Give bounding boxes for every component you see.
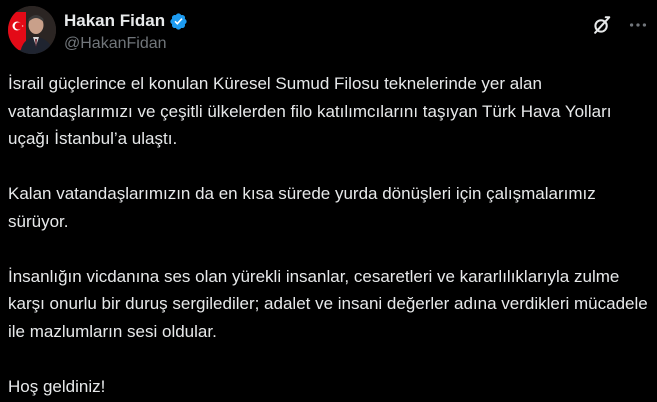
author-handle[interactable]: @HakanFidan <box>64 34 188 54</box>
avatar-image <box>8 6 56 54</box>
name-row: Hakan Fidan <box>64 10 188 32</box>
verified-badge-icon[interactable] <box>169 12 188 31</box>
tweet-paragraph-1: İsrail güçlerince el konulan Küresel Sum… <box>8 74 612 148</box>
avatar[interactable] <box>8 6 56 54</box>
tweet-paragraph-3: İnsanlığın vicdanına ses olan yürekli in… <box>8 266 648 341</box>
author-block: Hakan Fidan @HakanFidan <box>64 10 188 54</box>
tweet-paragraph-2: Kalan vatandaşlarımızın da en kısa süred… <box>8 184 596 231</box>
grok-icon[interactable] <box>591 14 613 36</box>
display-name[interactable]: Hakan Fidan <box>64 10 165 32</box>
tweet-text: İsrail güçlerince el konulan Küresel Sum… <box>8 70 648 400</box>
more-options-icon[interactable] <box>627 14 649 36</box>
header-actions <box>591 14 649 36</box>
tweet-card: Hakan Fidan @HakanFidan İsrail güçlerinc… <box>0 0 657 402</box>
tweet-paragraph-4: Hoş geldiniz! <box>8 376 106 396</box>
tweet-header: Hakan Fidan @HakanFidan <box>8 6 649 56</box>
